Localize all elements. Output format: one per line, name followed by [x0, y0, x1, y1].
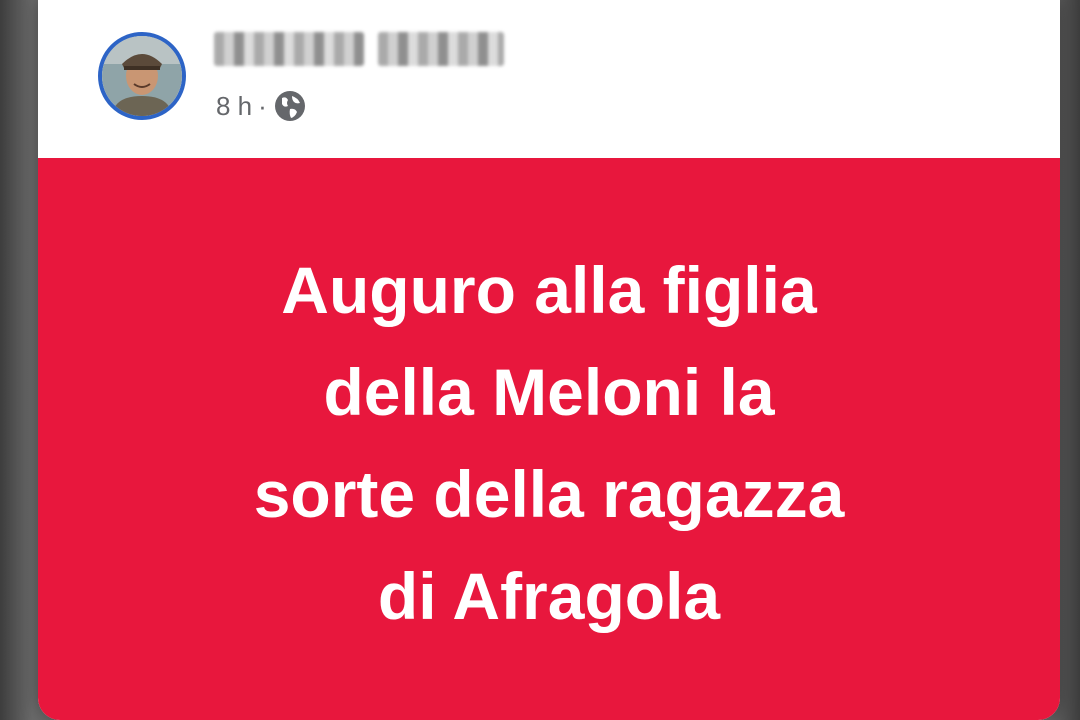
post-text-background: Auguro alla figlia della Meloni la sorte…: [38, 158, 1060, 720]
author-avatar[interactable]: [98, 32, 186, 120]
post-text: Auguro alla figlia della Meloni la sorte…: [139, 239, 959, 647]
post-meta: 8 h ·: [216, 86, 307, 126]
post-text-line: di Afragola: [377, 559, 721, 633]
post-text-line: Auguro alla figlia: [281, 253, 817, 327]
avatar-photo-icon: [102, 36, 182, 116]
post-text-line: della Meloni la: [323, 355, 775, 429]
redacted-last-name: [378, 32, 504, 66]
post-text-line: sorte della ragazza: [253, 457, 845, 531]
post-header: 8 h ·: [38, 0, 1060, 158]
facebook-post-card: 8 h · Auguro alla figlia della Meloni la…: [38, 0, 1060, 720]
author-name-redacted[interactable]: [214, 26, 506, 72]
redacted-first-name: [214, 32, 364, 66]
meta-separator: ·: [258, 90, 267, 121]
globe-icon: [273, 89, 307, 123]
post-timestamp[interactable]: 8 h: [216, 91, 252, 122]
